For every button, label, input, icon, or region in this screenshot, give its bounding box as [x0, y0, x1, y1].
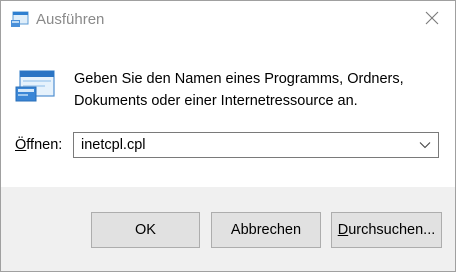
browse-button[interactable]: Durchsuchen... [331, 212, 442, 248]
ok-button[interactable]: OK [91, 212, 200, 248]
button-bar: OK Abbrechen Durchsuchen... [1, 187, 455, 271]
browse-button-mnemonic: D [337, 222, 349, 238]
window-title: Ausführen [36, 11, 105, 28]
chevron-down-icon[interactable] [414, 134, 436, 156]
cancel-button-label: Abbrechen [230, 222, 302, 238]
open-label-text: ffnen: [26, 137, 63, 153]
title-bar: Ausführen [1, 1, 455, 39]
close-icon [425, 11, 439, 30]
browse-button-label: urchsuchen... [348, 222, 436, 238]
open-label: Öffnen: [15, 137, 62, 153]
description-line-1: Geben Sie den Namen eines Programms, Ord… [74, 71, 404, 87]
open-combobox[interactable]: inetcpl.cpl [73, 132, 439, 158]
dialog-description: Geben Sie den Namen eines Programms, Ord… [74, 68, 434, 112]
ok-button-label: OK [135, 222, 156, 238]
run-program-icon [14, 69, 56, 103]
run-dialog-icon [10, 11, 29, 28]
cancel-button[interactable]: Abbrechen [211, 212, 321, 248]
close-button[interactable] [409, 1, 455, 39]
description-line-2: Dokuments oder einer Internetressource a… [74, 93, 358, 109]
open-input[interactable]: inetcpl.cpl [81, 137, 145, 153]
run-dialog: Ausführen Geben Sie den Namen eines Prog… [0, 0, 456, 272]
open-label-mnemonic: Ö [15, 137, 27, 153]
dialog-body: Geben Sie den Namen eines Programms, Ord… [1, 39, 455, 187]
